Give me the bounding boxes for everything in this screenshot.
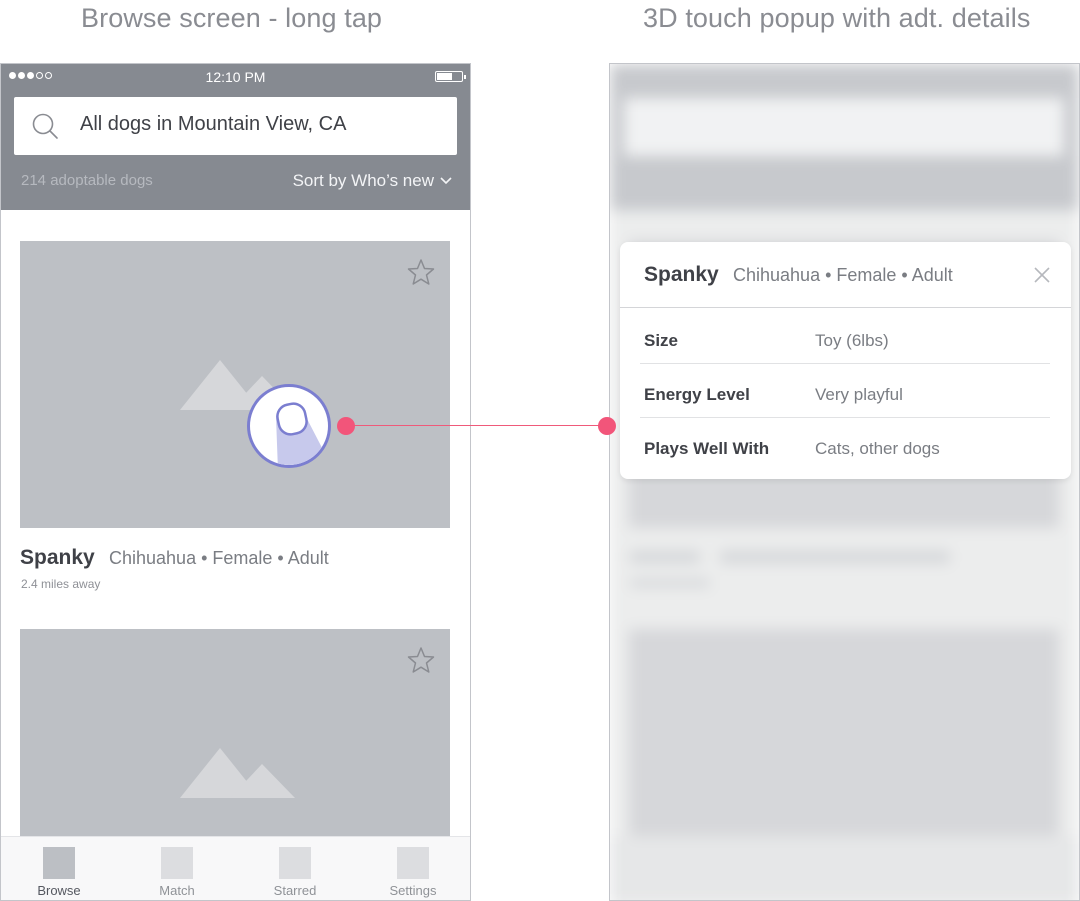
detail-row-plays-well: Plays Well With Cats, other dogs [640, 418, 1050, 472]
browse-screen: 12:10 PM All dogs in Mountain View, CA 2… [0, 63, 471, 901]
tab-label: Starred [273, 883, 317, 898]
dog-photo-placeholder[interactable] [20, 241, 450, 528]
popup-dog-name: Spanky [644, 263, 719, 286]
search-text: All dogs in Mountain View, CA [80, 113, 347, 135]
star-icon[interactable] [407, 646, 435, 674]
connector-dot [337, 417, 355, 435]
tab-settings[interactable]: Settings [368, 847, 458, 898]
right-caption: 3D touch popup with adt. details [643, 3, 1031, 33]
blurred-background [610, 64, 1079, 900]
search-icon [32, 113, 58, 139]
battery-icon [435, 71, 466, 82]
detail-row-size: Size Toy (6lbs) [640, 310, 1050, 364]
details-popup: Spanky Chihuahua • Female • Adult Size T… [620, 242, 1071, 479]
popup-dog-description: Chihuahua • Female • Adult [733, 265, 953, 285]
dog-name[interactable]: Spanky [20, 546, 95, 570]
tab-bar: Browse Match Starred Settings [1, 836, 470, 900]
tab-browse[interactable]: Browse [14, 847, 104, 898]
tab-label: Match [159, 883, 195, 898]
dog-photo-placeholder[interactable] [20, 629, 450, 859]
popup-header: Spanky Chihuahua • Female • Adult [620, 242, 1071, 308]
detail-value: Very playful [815, 385, 903, 404]
status-bar: 12:10 PM [1, 64, 470, 90]
browse-icon [43, 847, 75, 879]
sort-label: Sort by Who’s new [292, 171, 434, 190]
result-count: 214 adoptable dogs [21, 172, 153, 189]
detail-label: Plays Well With [644, 439, 770, 458]
search-field[interactable]: All dogs in Mountain View, CA [14, 97, 457, 155]
long-tap-indicator [247, 384, 331, 468]
close-icon[interactable] [1033, 266, 1051, 284]
dog-description: Chihuahua • Female • Adult [109, 548, 329, 568]
detail-label: Energy Level [644, 385, 750, 404]
tab-label: Browse [37, 883, 81, 898]
left-caption: Browse screen - long tap [81, 3, 383, 33]
tab-label: Settings [389, 883, 437, 898]
dog-distance: 2.4 miles away [21, 577, 101, 591]
detail-value: Cats, other dogs [815, 439, 940, 458]
detail-row-energy: Energy Level Very playful [640, 364, 1050, 418]
star-icon[interactable] [407, 258, 435, 286]
detail-label: Size [644, 331, 679, 350]
connector-dot [598, 417, 616, 435]
connector-line [346, 425, 608, 426]
chevron-down-icon [440, 177, 452, 185]
settings-icon [397, 847, 429, 879]
match-icon [161, 847, 193, 879]
popup-screen: Spanky Chihuahua • Female • Adult Size T… [609, 63, 1080, 901]
tab-match[interactable]: Match [132, 847, 222, 898]
tab-starred[interactable]: Starred [250, 847, 340, 898]
detail-value: Toy (6lbs) [815, 331, 889, 350]
image-placeholder-icon [180, 748, 295, 798]
starred-icon [279, 847, 311, 879]
header-bar: 12:10 PM All dogs in Mountain View, CA 2… [1, 64, 470, 210]
sort-dropdown[interactable]: Sort by Who’s new [293, 171, 452, 191]
status-time: 12:10 PM [205, 69, 266, 85]
